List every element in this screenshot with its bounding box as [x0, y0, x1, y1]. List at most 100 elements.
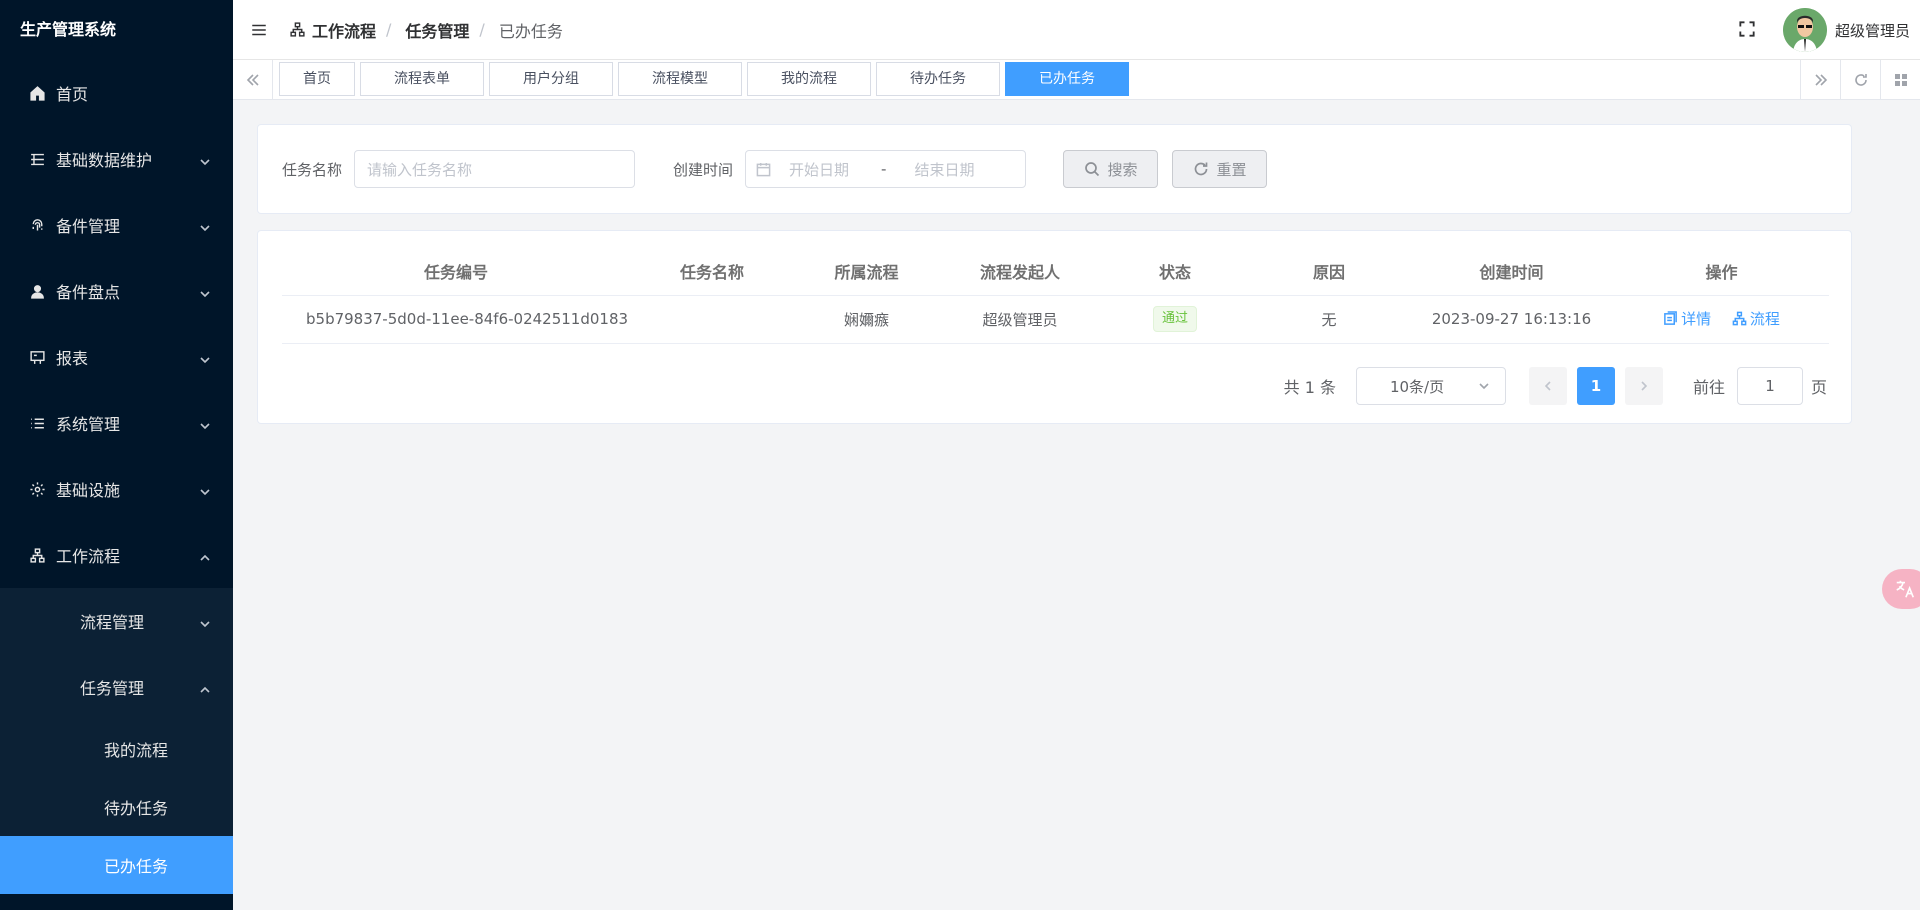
sidebar-item-task-management[interactable]: 任务管理: [0, 654, 233, 720]
sidebar-item-my-process[interactable]: 我的流程: [0, 720, 233, 778]
tag-todo-tasks[interactable]: 待办任务: [876, 62, 1000, 96]
user-icon: [28, 282, 46, 300]
process-link[interactable]: 流程: [1732, 308, 1780, 329]
create-time-label: 创建时间: [673, 160, 734, 179]
initiator-cell: 超级管理员: [939, 295, 1101, 344]
range-separator: -: [881, 160, 887, 178]
app-title: 生产管理系统: [20, 20, 117, 39]
fullscreen-icon[interactable]: [1737, 19, 1759, 41]
chevron-up-icon: [199, 681, 211, 693]
breadcrumb-item-workflow[interactable]: 工作流程: [289, 18, 376, 42]
tag-home[interactable]: 首页: [279, 62, 355, 96]
sidebar-item-inventory[interactable]: 备件盘点: [0, 258, 233, 324]
sidebar-item-todo-tasks[interactable]: 待办任务: [0, 778, 233, 836]
sidebar: 生产管理系统 首页 基础数据维护 备件管理 备件盘点 报表 系统管理 基础设施 …: [0, 0, 233, 910]
reset-button[interactable]: 重置: [1172, 150, 1268, 188]
column-header: 流程发起人: [939, 247, 1101, 296]
goto-page-input[interactable]: 1: [1736, 367, 1803, 405]
page-suffix: 页: [1810, 378, 1827, 397]
page-size-select[interactable]: 10条/页: [1355, 367, 1506, 405]
task-id-cell: b5b79837-5d0d-11ee-84f6-0242511d0183: [282, 295, 630, 344]
table-header-row: 任务编号 任务名称 所属流程 流程发起人 状态 原因 创建时间 操作: [282, 247, 1829, 296]
search-card: 任务名称 请输入任务名称 创建时间 开始日期 - 结束日期 搜索 重置: [257, 124, 1852, 214]
breadcrumb-item-done-tasks: 已办任务: [498, 21, 563, 41]
sidebar-item-home[interactable]: 首页: [0, 60, 233, 126]
scroll-left-icon[interactable]: [233, 60, 273, 99]
hamburger-icon[interactable]: [247, 18, 271, 42]
breadcrumb-separator: /: [479, 20, 485, 39]
tag-process-model[interactable]: 流程模型: [618, 62, 742, 96]
sidebar-item-spare-parts[interactable]: 备件管理: [0, 192, 233, 258]
fingerprint-icon: [28, 216, 46, 234]
sidebar-item-label: 工作流程: [56, 547, 121, 566]
sidebar-item-basic-data[interactable]: 基础数据维护: [0, 126, 233, 192]
table-card: 任务编号 任务名称 所属流程 流程发起人 状态 原因 创建时间 操作 b5b79…: [257, 230, 1852, 424]
chevron-up-icon: [199, 549, 211, 561]
sidebar-item-infrastructure[interactable]: 基础设施: [0, 456, 233, 522]
prev-page-button[interactable]: [1528, 367, 1567, 405]
reason-cell: 无: [1249, 295, 1409, 344]
sidebar-item-label: 流程管理: [80, 613, 145, 632]
list-icon: [28, 414, 46, 432]
end-date-input[interactable]: 结束日期: [914, 159, 974, 180]
calendar-icon: [756, 162, 771, 176]
translate-button[interactable]: [1882, 569, 1920, 609]
workflow-icon: [290, 22, 305, 37]
status-badge: 通过: [1152, 306, 1197, 332]
breadcrumb-item-task-management[interactable]: 任务管理: [405, 18, 469, 42]
sidebar-item-system[interactable]: 系统管理: [0, 390, 233, 456]
pagination: 共 1 条 10条/页 1 前往 1 页: [1284, 367, 1827, 405]
sidebar-item-label: 任务管理: [80, 679, 145, 698]
column-header: 原因: [1249, 247, 1409, 296]
sidebar-item-done-tasks[interactable]: 已办任务: [0, 836, 233, 894]
grid-menu-icon[interactable]: [1880, 60, 1920, 99]
tag-process-form[interactable]: 流程表单: [360, 62, 484, 96]
refresh-icon[interactable]: [1840, 60, 1880, 99]
database-icon: [28, 150, 46, 168]
tag-done-tasks[interactable]: 已办任务: [1005, 62, 1129, 96]
sidebar-item-label: 备件盘点: [56, 283, 121, 302]
column-header: 操作: [1614, 247, 1829, 296]
tags-list: 首页 流程表单 用户分组 流程模型 我的流程 待办任务 已办任务: [279, 62, 1134, 96]
workflow-icon: [1732, 311, 1747, 326]
sidebar-item-reports[interactable]: 报表: [0, 324, 233, 390]
sidebar-item-label: 基础数据维护: [56, 151, 153, 170]
sidebar-item-process-management[interactable]: 流程管理: [0, 588, 233, 654]
chevron-down-icon: [199, 285, 211, 298]
document-icon: [1664, 311, 1677, 325]
sidebar-item-workflow[interactable]: 工作流程: [0, 522, 233, 588]
translate-icon: [1896, 580, 1915, 598]
sidebar-item-label: 已办任务: [104, 857, 169, 876]
chevron-down-icon: [199, 153, 211, 166]
detail-link[interactable]: 详情: [1663, 308, 1711, 329]
breadcrumb-separator: /: [386, 20, 392, 39]
workflow-submenu: 流程管理 任务管理 我的流程 待办任务 已办任务: [0, 588, 233, 894]
search-icon: [1084, 162, 1099, 177]
sidebar-item-label: 我的流程: [104, 741, 169, 760]
task-name-input[interactable]: 请输入任务名称: [354, 150, 636, 188]
username[interactable]: 超级管理员: [1835, 20, 1910, 41]
chevron-down-icon: [199, 615, 211, 628]
tag-my-process[interactable]: 我的流程: [747, 62, 871, 96]
created-time-cell: 2023-09-27 16:13:16: [1409, 295, 1614, 344]
page-number-button[interactable]: 1: [1576, 367, 1615, 405]
date-range-picker[interactable]: 开始日期 - 结束日期: [745, 150, 1027, 188]
task-name-cell: [630, 295, 794, 344]
column-header: 所属流程: [794, 247, 939, 296]
goto-label: 前往: [1692, 378, 1725, 397]
sidebar-item-label: 待办任务: [104, 799, 169, 818]
tag-user-group[interactable]: 用户分组: [489, 62, 613, 96]
search-button[interactable]: 搜索: [1063, 150, 1159, 188]
start-date-input[interactable]: 开始日期: [789, 159, 849, 180]
next-page-button[interactable]: [1624, 367, 1663, 405]
avatar[interactable]: [1782, 8, 1827, 52]
tags-bar: 首页 流程表单 用户分组 流程模型 我的流程 待办任务 已办任务: [233, 60, 1920, 100]
scroll-right-icon[interactable]: [1800, 60, 1840, 99]
sidebar-item-label: 备件管理: [56, 217, 121, 236]
billboard-icon: [28, 348, 46, 366]
top-header: 工作流程 / 任务管理 / 已办任务 超级管理员: [233, 0, 1920, 60]
process-cell: 娴嬭瘯: [794, 295, 939, 344]
table-row: b5b79837-5d0d-11ee-84f6-0242511d0183 娴嬭瘯…: [282, 295, 1829, 344]
sidebar-item-label: 首页: [56, 85, 89, 104]
status-cell: 通过: [1101, 295, 1249, 344]
